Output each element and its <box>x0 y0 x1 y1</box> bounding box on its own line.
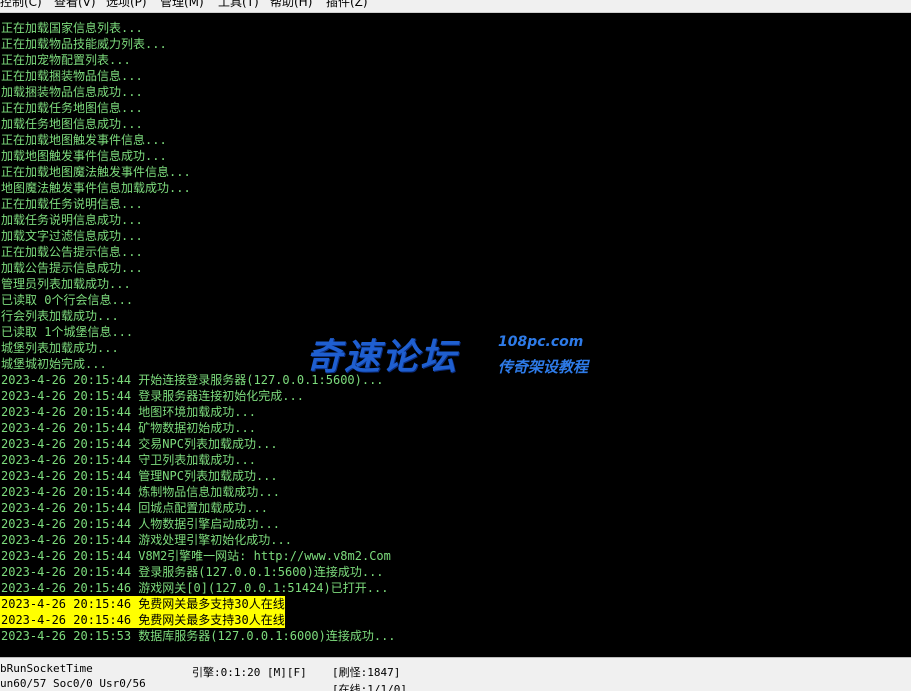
menu-options[interactable]: 选项(P) <box>106 0 147 10</box>
log-line: 2023-4-26 20:15:44 登录服务器(127.0.0.1:5600)… <box>1 565 384 579</box>
log-line: 正在加载公告提示信息... <box>1 245 143 259</box>
log-line: 城堡列表加载成功... <box>1 341 119 355</box>
log-line: 正在加载物品技能威力列表... <box>1 37 167 51</box>
log-line: 2023-4-26 20:15:44 回城点配置加载成功... <box>1 501 268 515</box>
status-counts: un60/57 Soc0/0 Usr0/56 <box>0 677 146 690</box>
log-line: 城堡城初始完成... <box>1 357 107 371</box>
log-line: 加载文字过滤信息成功... <box>1 229 143 243</box>
log-line: 2023-4-26 20:15:44 守卫列表加载成功... <box>1 453 256 467</box>
status-refresh-monster: [刷怪:1847] <box>332 666 401 679</box>
log-line: 行会列表加载成功... <box>1 309 119 323</box>
log-line: 加载地图触发事件信息成功... <box>1 149 167 163</box>
log-line: 2023-4-26 20:15:44 矿物数据初始成功... <box>1 421 256 435</box>
log-line: 加载任务地图信息成功... <box>1 117 143 131</box>
log-line: 已读取 0个行会信息... <box>1 293 134 307</box>
forum-watermark-logo: 奇速论坛 108pc.com 传奇架设教程 <box>306 326 606 380</box>
log-line: 正在加载国家信息列表... <box>1 21 143 35</box>
log-line-highlighted: 2023-4-26 20:15:46 免费网关最多支持30人在线 <box>0 596 285 612</box>
menu-bar: 控制(C) 查看(V) 选项(P) 管理(M) 工具(T) 帮助(H) 插件(Z… <box>0 0 911 13</box>
log-line: 正在加载任务地图信息... <box>1 101 143 115</box>
console-log[interactable]: 正在加载国家信息列表... 正在加载物品技能威力列表... 正在加宠物配置列表.… <box>0 14 911 657</box>
status-bar: bRunSocketTime un60/57 Soc0/0 Usr0/56 引擎… <box>0 657 911 691</box>
status-engine: 引擎:0:1:20 [M][F] <box>192 666 307 679</box>
log-line: 2023-4-26 20:15:44 游戏处理引擎初始化成功... <box>1 533 292 547</box>
menu-view[interactable]: 查看(V) <box>54 0 96 10</box>
log-line: 加载任务说明信息成功... <box>1 213 143 227</box>
log-line: 加载公告提示信息成功... <box>1 261 143 275</box>
log-line: 正在加载捆装物品信息... <box>1 69 143 83</box>
log-line: 2023-4-26 20:15:44 地图环境加载成功... <box>1 405 256 419</box>
log-line: 正在加载地图触发事件信息... <box>1 133 167 147</box>
log-line: 2023-4-26 20:15:53 数据库服务器(127.0.0.1:6000… <box>1 629 396 643</box>
log-line: 2023-4-26 20:15:44 管理NPC列表加载成功... <box>1 469 278 483</box>
log-line: 2023-4-26 20:15:44 炼制物品信息加载成功... <box>1 485 280 499</box>
status-run-socket-time: bRunSocketTime <box>0 662 93 675</box>
menu-control[interactable]: 控制(C) <box>0 0 42 10</box>
menu-help[interactable]: 帮助(H) <box>270 0 312 10</box>
menu-manage[interactable]: 管理(M) <box>160 0 204 10</box>
log-line: 2023-4-26 20:15:44 人物数据引擎启动成功... <box>1 517 280 531</box>
log-line: 2023-4-26 20:15:44 登录服务器连接初始化完成... <box>1 389 304 403</box>
log-line: 2023-4-26 20:15:44 V8M2引擎唯一网站: http://ww… <box>1 549 391 563</box>
log-line: 管理员列表加载成功... <box>1 277 131 291</box>
log-line: 已读取 1个城堡信息... <box>1 325 134 339</box>
watermark-sub-text: 传奇架设教程 <box>498 358 589 376</box>
status-online: [在线:1/1/0] <box>332 683 407 691</box>
log-line: 正在加载任务说明信息... <box>1 197 143 211</box>
watermark-domain-text: 108pc.com <box>498 334 584 350</box>
log-line: 正在加载地图魔法触发事件信息... <box>1 165 191 179</box>
menu-tools[interactable]: 工具(T) <box>218 0 259 10</box>
watermark-main-text: 奇速论坛 <box>306 337 459 378</box>
log-line: 加载捆装物品信息成功... <box>1 85 143 99</box>
log-line: 2023-4-26 20:15:44 交易NPC列表加载成功... <box>1 437 278 451</box>
log-line-highlighted: 2023-4-26 20:15:46 免费网关最多支持30人在线 <box>0 612 285 628</box>
log-line: 正在加宠物配置列表... <box>1 53 131 67</box>
log-line: 2023-4-26 20:15:46 游戏网关[0](127.0.0.1:514… <box>1 581 389 595</box>
menu-plugins[interactable]: 插件(Z) <box>326 0 368 10</box>
log-line: 地图魔法触发事件信息加载成功... <box>1 181 191 195</box>
game-server-window: 控制(C) 查看(V) 选项(P) 管理(M) 工具(T) 帮助(H) 插件(Z… <box>0 0 911 691</box>
